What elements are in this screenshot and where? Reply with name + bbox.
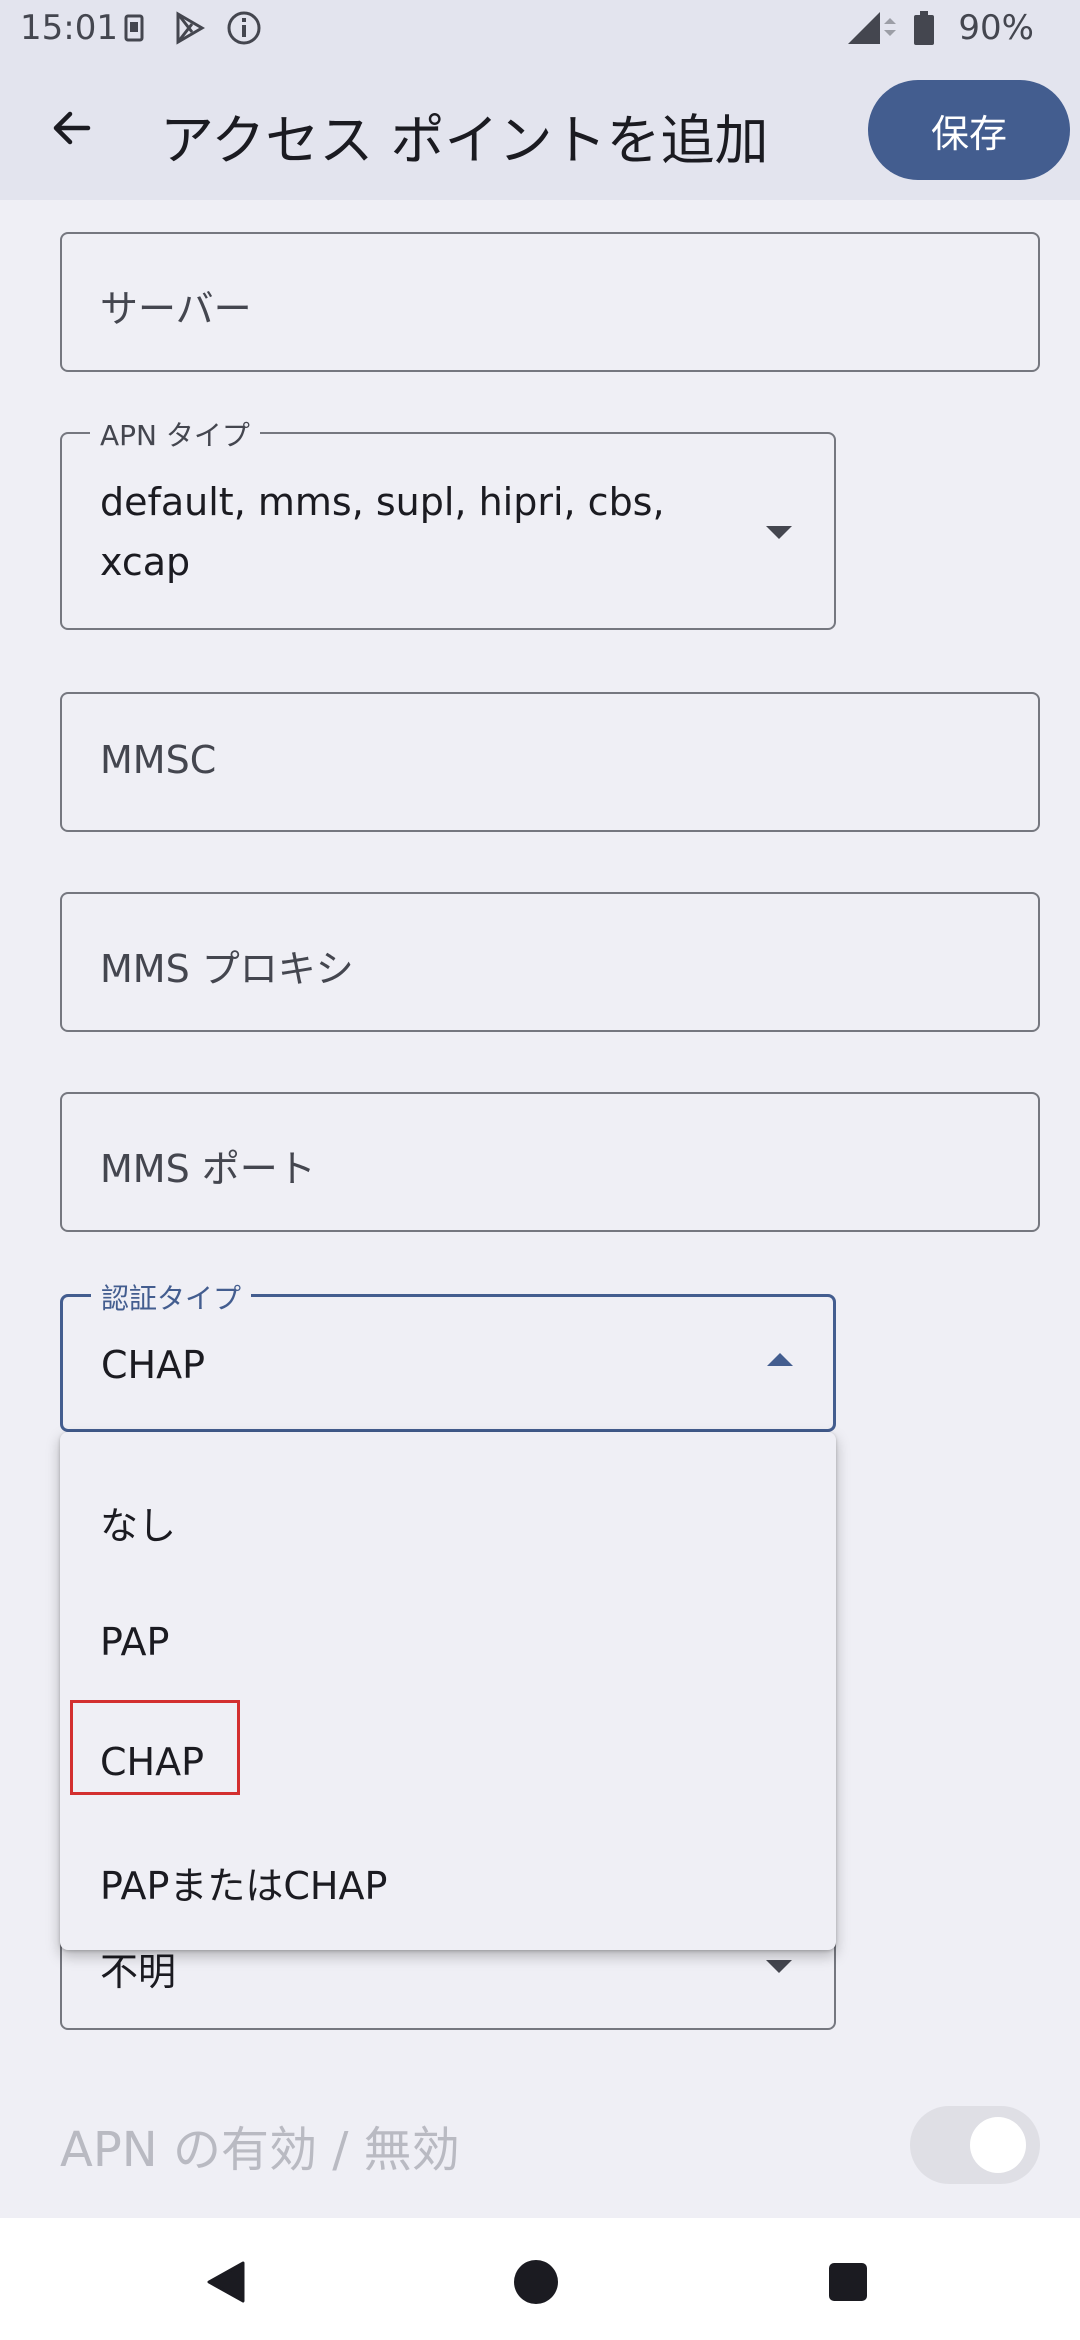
- next-field-value: 不明: [100, 1950, 177, 1994]
- nav-recents-button[interactable]: [808, 2242, 888, 2322]
- battery-icon: [914, 11, 934, 45]
- menu-item-label: PAP: [100, 1620, 170, 1664]
- back-button[interactable]: [36, 92, 108, 164]
- status-time: 15:01: [20, 8, 118, 48]
- mms-port-field[interactable]: MMS ポート: [60, 1092, 1040, 1232]
- apn-type-label: APN タイプ: [90, 414, 260, 454]
- menu-item-pap[interactable]: PAP: [60, 1582, 836, 1702]
- battery-percent: 90%: [958, 8, 1034, 48]
- menu-item-none[interactable]: なし: [60, 1462, 836, 1582]
- apn-enable-toggle[interactable]: [910, 2106, 1040, 2184]
- auth-type-value: CHAP: [101, 1343, 206, 1387]
- nav-back-icon: [207, 2261, 245, 2303]
- play-store-icon: [176, 11, 205, 45]
- apn-type-dropdown[interactable]: APN タイプ default, mms, supl, hipri, cbs, …: [60, 414, 836, 630]
- info-icon: [227, 11, 261, 45]
- menu-item-label: なし: [100, 1503, 177, 1548]
- dropdown-arrow-icon: [766, 526, 792, 539]
- dropdown-arrow-icon: [766, 1960, 792, 1973]
- server-field[interactable]: サーバー: [60, 232, 1040, 372]
- mms-port-placeholder: MMS ポート: [100, 1147, 316, 1191]
- server-placeholder: サーバー: [100, 287, 252, 331]
- nav-home-button[interactable]: [496, 2242, 576, 2322]
- auth-type-menu: なし PAP CHAP PAPまたはCHAP: [60, 1432, 836, 1950]
- mmsc-field[interactable]: MMSC: [60, 692, 1040, 832]
- back-arrow-icon: [53, 111, 91, 145]
- dropdown-arrow-up-icon: [767, 1353, 793, 1366]
- sim-icon: [124, 14, 144, 42]
- navigation-bar: [0, 2218, 1080, 2340]
- selection-highlight: [70, 1700, 240, 1795]
- save-button[interactable]: 保存: [868, 80, 1070, 180]
- app-bar: アクセス ポイントを追加 保存: [0, 58, 1080, 200]
- auth-type-dropdown[interactable]: 認証タイプ CHAP: [60, 1277, 836, 1432]
- toggle-knob: [970, 2117, 1026, 2173]
- signal-icon: [848, 12, 896, 44]
- nav-recents-icon: [829, 2263, 867, 2301]
- menu-item-label: PAPまたはCHAP: [100, 1863, 388, 1908]
- menu-item-pap-or-chap[interactable]: PAPまたはCHAP: [60, 1822, 836, 1942]
- auth-type-label: 認証タイプ: [91, 1277, 252, 1317]
- status-bar: 15:01 90%: [0, 0, 1080, 58]
- mmsc-placeholder: MMSC: [100, 738, 217, 782]
- page-title: アクセス ポイントを追加: [160, 109, 769, 172]
- mms-proxy-placeholder: MMS プロキシ: [100, 947, 354, 991]
- nav-back-button[interactable]: [186, 2242, 266, 2322]
- apn-type-value-line2: xcap: [100, 540, 191, 584]
- mms-proxy-field[interactable]: MMS プロキシ: [60, 892, 1040, 1032]
- nav-home-icon: [514, 2260, 558, 2304]
- apn-toggle-label: APN の有効 / 無効: [60, 2122, 460, 2178]
- apn-type-value-line1: default, mms, supl, hipri, cbs,: [100, 480, 665, 524]
